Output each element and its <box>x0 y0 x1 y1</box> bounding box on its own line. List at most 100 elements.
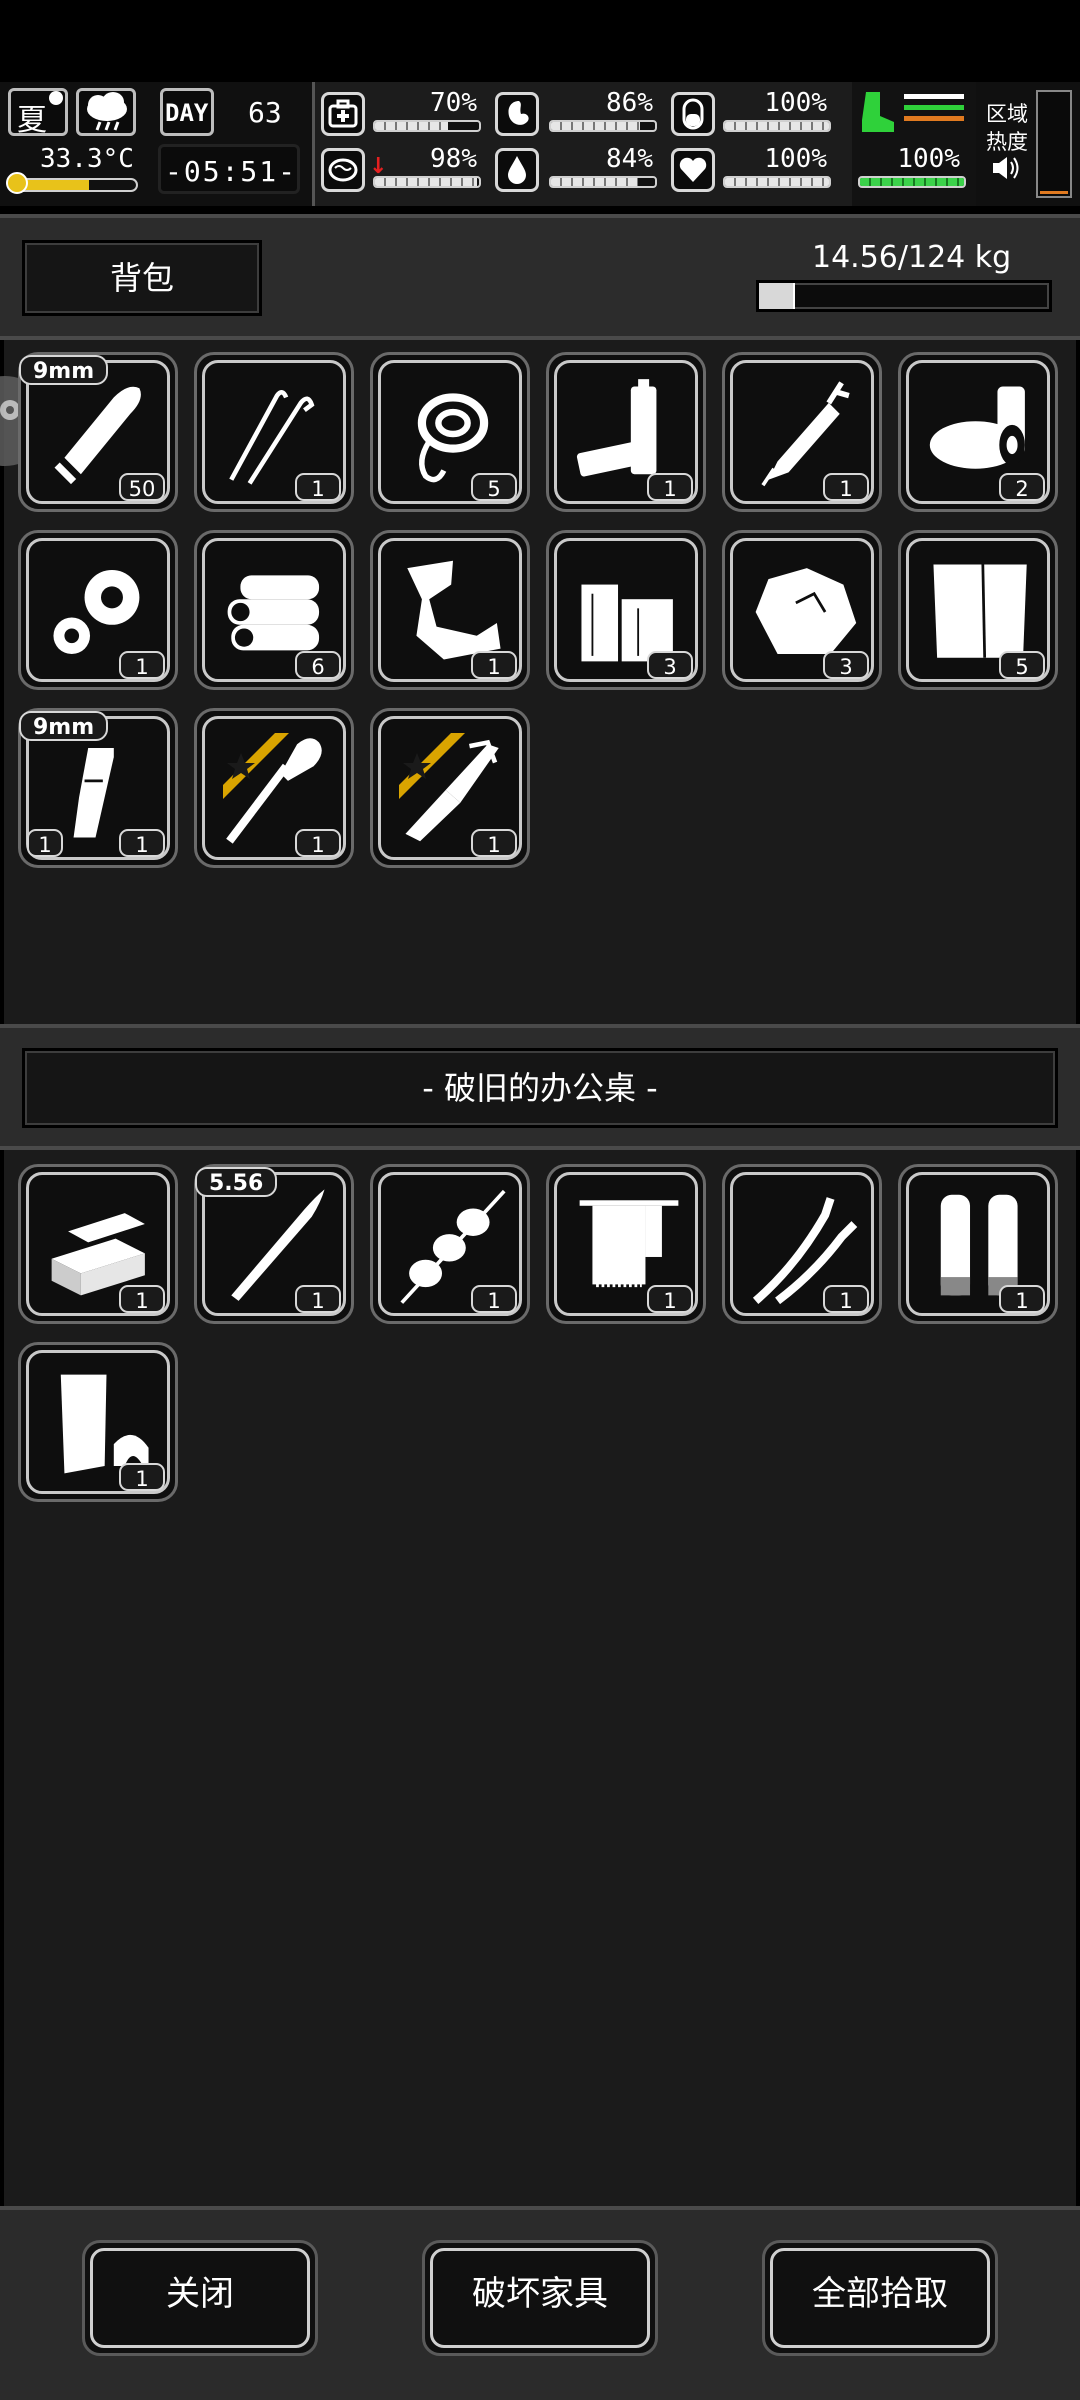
container-item-slot[interactable]: 1 <box>546 1164 706 1324</box>
stamina-panel: 100% <box>852 82 976 206</box>
stomach-icon <box>495 92 539 136</box>
item-count: 1 <box>823 473 869 501</box>
stamina-bar <box>858 176 966 188</box>
sanity-value: 98% <box>430 144 477 174</box>
clock-readout: -05:51- <box>165 155 298 188</box>
weight-label: 14.56/124 kg <box>812 240 1012 275</box>
item-count: 50 <box>119 473 165 501</box>
season-label: 夏 <box>17 103 47 138</box>
backpack-item-slot[interactable]: 5 <box>370 352 530 512</box>
clock-box: -05:51- <box>158 144 300 194</box>
close-button[interactable]: 关闭 <box>82 2240 318 2356</box>
stamina-lines <box>904 94 964 121</box>
item-count: 6 <box>295 651 341 679</box>
thirst-bar-fill <box>551 178 639 186</box>
weather-box <box>76 88 136 136</box>
temperature-readout: 33.3°C <box>40 144 134 174</box>
backpack-item-slot[interactable]: 50 9mm <box>18 352 178 512</box>
day-label: DAY <box>165 99 209 127</box>
ammo-caliber-badge: 9mm <box>19 711 109 741</box>
item-count: 1 <box>119 829 165 857</box>
backpack-item-slot[interactable]: 1 1 9mm <box>18 708 178 868</box>
day-box: DAY <box>160 88 214 136</box>
container-title: - 破旧的办公桌 - <box>22 1048 1058 1128</box>
temperature-bar <box>10 178 138 192</box>
container-header: - 破旧的办公桌 - <box>0 1024 1080 1150</box>
speaker-icon[interactable] <box>990 154 1022 182</box>
backpack-header: 背包 14.56/124 kg <box>0 214 1080 340</box>
item-count: 1 <box>295 829 341 857</box>
thirst-value: 84% <box>606 144 653 174</box>
health-bar <box>373 120 481 132</box>
weight-bar-fill <box>759 283 795 309</box>
fatigue-value: 100% <box>764 88 827 118</box>
hunger-bar-fill <box>551 122 641 130</box>
season-box: 夏 <box>8 88 68 138</box>
status-hud: 夏 33.3°C DAY 63 -05:51- 70% 86% 100% ↓ 9… <box>0 82 1080 206</box>
item-count: 1 <box>999 1285 1045 1313</box>
backpack-item-slot[interactable]: 1 <box>546 352 706 512</box>
stats-panel: 70% 86% 100% ↓ 98% 84% 100% <box>312 82 858 206</box>
favorite-star-icon <box>223 733 289 799</box>
backpack-item-slot[interactable]: 1 <box>370 530 530 690</box>
mood-bar <box>723 176 831 188</box>
backpack-item-slot[interactable]: 1 <box>370 708 530 868</box>
backpack-item-slot[interactable]: 6 <box>194 530 354 690</box>
mood-value: 100% <box>764 144 827 174</box>
ammo-caliber-badge: 5.56 <box>195 1167 278 1197</box>
container-item-slot[interactable]: 1 <box>370 1164 530 1324</box>
zone-heat-label-2: 热度 <box>986 130 1028 154</box>
destroy-furniture-button[interactable]: 破坏家具 <box>422 2240 658 2356</box>
item-count-secondary: 1 <box>27 829 63 857</box>
medkit-icon <box>321 92 365 136</box>
item-count: 1 <box>647 1285 693 1313</box>
item-count: 1 <box>823 1285 869 1313</box>
container-item-slot[interactable]: 1 5.56 <box>194 1164 354 1324</box>
weight-bar <box>756 280 1052 312</box>
backpack-item-slot[interactable]: 5 <box>898 530 1058 690</box>
mood-bar-fill <box>725 178 829 186</box>
sanity-bar-fill <box>375 178 477 186</box>
item-count: 1 <box>295 1285 341 1313</box>
backpack-item-slot[interactable]: 3 <box>722 530 882 690</box>
backpack-item-slot[interactable]: 1 <box>194 352 354 512</box>
item-count: 3 <box>647 651 693 679</box>
container-item-slot[interactable]: 1 <box>898 1164 1058 1324</box>
container-item-slot[interactable]: 1 <box>722 1164 882 1324</box>
brain-icon <box>321 148 365 192</box>
ammo-caliber-badge: 9mm <box>19 355 109 385</box>
rain-cloud-icon <box>87 92 127 131</box>
item-count: 1 <box>471 829 517 857</box>
zone-heat-meter <box>1036 90 1072 198</box>
day-number: 63 <box>248 96 282 129</box>
item-count: 1 <box>471 651 517 679</box>
health-value: 70% <box>430 88 477 118</box>
item-count: 1 <box>119 651 165 679</box>
item-count: 3 <box>823 651 869 679</box>
thermometer-icon <box>6 172 28 194</box>
item-count: 1 <box>295 473 341 501</box>
fatigue-bar <box>723 120 831 132</box>
container-item-slot[interactable]: 1 <box>18 1342 178 1502</box>
container-item-slot[interactable]: 1 <box>18 1164 178 1324</box>
stamina-bar-fill <box>860 178 964 186</box>
backpack-item-slot[interactable]: 2 <box>898 352 1058 512</box>
item-count: 2 <box>999 473 1045 501</box>
backpack-item-slot[interactable]: 3 <box>546 530 706 690</box>
fatigue-bar-fill <box>725 122 829 130</box>
take-all-button[interactable]: 全部拾取 <box>762 2240 998 2356</box>
backpack-item-slot[interactable]: 1 <box>18 530 178 690</box>
thirst-bar <box>549 176 657 188</box>
water-drop-icon <box>495 148 539 192</box>
item-count: 1 <box>647 473 693 501</box>
item-count: 5 <box>471 473 517 501</box>
backpack-item-slot[interactable]: 1 <box>194 708 354 868</box>
item-count: 1 <box>119 1285 165 1313</box>
backpack-title: 背包 <box>22 240 262 316</box>
sun-icon <box>49 91 63 105</box>
backpack-item-slot[interactable]: 1 <box>722 352 882 512</box>
item-count: 1 <box>119 1463 165 1491</box>
stamina-value: 100% <box>897 144 960 174</box>
favorite-star-icon <box>399 733 465 799</box>
zone-heat-label-1: 区域 <box>986 102 1028 126</box>
